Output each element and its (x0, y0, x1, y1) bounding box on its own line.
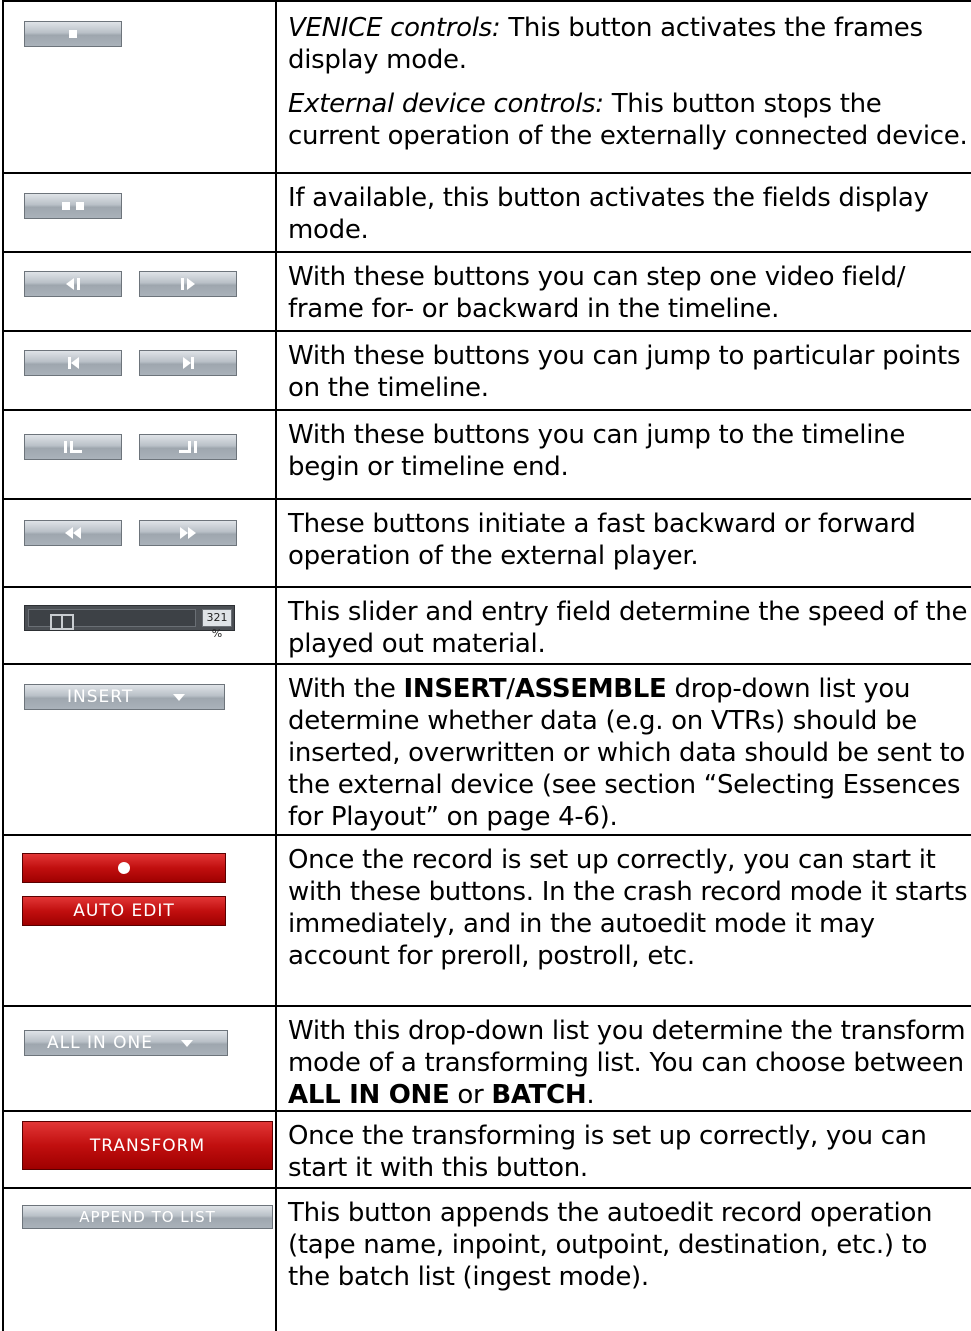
transform-button[interactable]: TRANSFORM (22, 1121, 273, 1170)
description-row-7: This slider and entry field determine th… (288, 596, 968, 660)
fast-forward-icon (140, 521, 236, 545)
fast-rewind-button[interactable] (24, 520, 122, 546)
jump-next-icon (140, 351, 236, 375)
speed-slider[interactable]: 321 % (24, 605, 235, 640)
description-paragraph: VENICE controls: This button activates t… (288, 13, 923, 75)
append-to-list-label: APPEND TO LIST (79, 1208, 216, 1226)
description-row-12: This button appends the autoedit record … (288, 1197, 968, 1293)
description-paragraph: With the INSERT/ASSEMBLE drop-down list … (288, 674, 965, 832)
timeline-begin-button[interactable] (24, 434, 122, 460)
row-rule (2, 1005, 971, 1007)
row-rule (2, 834, 971, 836)
row-rule (2, 0, 971, 2)
row-rule (2, 172, 971, 174)
fast-rewind-icon (25, 521, 121, 545)
jump-previous-button[interactable] (24, 350, 122, 376)
dropdown-value: ALL IN ONE (47, 1033, 153, 1053)
step-forward-button[interactable] (139, 271, 237, 297)
record-icon (118, 862, 130, 874)
jump-previous-icon (25, 351, 121, 375)
auto-edit-label: AUTO EDIT (73, 901, 175, 921)
chevron-down-icon (173, 693, 186, 701)
description-paragraph: Once the record is set up correctly, you… (288, 845, 968, 971)
dropdown-value: INSERT (67, 687, 134, 707)
row-rule (2, 251, 971, 253)
description-row-3: With these buttons you can step one vide… (288, 261, 968, 325)
transform-mode-dropdown[interactable]: ALL IN ONE (24, 1030, 228, 1056)
description-row-2: If available, this button activates the … (288, 182, 968, 246)
row-rule (2, 586, 971, 588)
step-back-icon (25, 272, 121, 296)
step-forward-icon (140, 272, 236, 296)
description-row-6: These buttons initiate a fast backward o… (288, 508, 968, 572)
description-paragraph: Once the transforming is set up correctl… (288, 1121, 927, 1183)
stop-frames-icon (69, 30, 77, 38)
description-paragraph: This button appends the autoedit record … (288, 1198, 933, 1292)
description-paragraph: With this drop-down list you determine t… (288, 1016, 966, 1110)
timeline-end-icon (140, 435, 236, 459)
speed-slider-track[interactable] (28, 609, 196, 630)
record-button[interactable] (22, 853, 226, 883)
step-back-button[interactable] (24, 271, 122, 297)
speed-slider-thumb[interactable] (50, 614, 74, 630)
jump-next-button[interactable] (139, 350, 237, 376)
description-paragraph: If available, this button activates the … (288, 183, 929, 245)
description-paragraph: With these buttons you can jump to the t… (288, 420, 906, 482)
timeline-end-button[interactable] (139, 434, 237, 460)
fields-button[interactable] (24, 193, 122, 219)
description-row-8: With the INSERT/ASSEMBLE drop-down list … (288, 673, 968, 833)
row-rule (2, 1187, 971, 1189)
row-rule (2, 498, 971, 500)
row-rule (2, 663, 971, 665)
description-row-10: With this drop-down list you determine t… (288, 1015, 968, 1111)
table-left-border (2, 0, 4, 1331)
row-rule (2, 409, 971, 411)
stop-frames-button[interactable] (24, 21, 122, 47)
fields-icon (25, 194, 121, 218)
description-paragraph: External device controls: This button st… (288, 89, 968, 151)
auto-edit-button[interactable]: AUTO EDIT (22, 896, 226, 926)
description-paragraph: This slider and entry field determine th… (288, 597, 968, 659)
description-row-4: With these buttons you can jump to parti… (288, 340, 968, 404)
row-rule (2, 330, 971, 332)
table-column-divider (275, 0, 277, 1331)
fast-forward-button[interactable] (139, 520, 237, 546)
description-row-11: Once the transforming is set up correctl… (288, 1120, 968, 1184)
append-to-list-button[interactable]: APPEND TO LIST (22, 1205, 273, 1229)
description-row-9: Once the record is set up correctly, you… (288, 844, 968, 972)
timeline-begin-icon (25, 435, 121, 459)
description-paragraph: With these buttons you can step one vide… (288, 262, 906, 324)
description-paragraph: These buttons initiate a fast backward o… (288, 509, 916, 571)
description-paragraph: With these buttons you can jump to parti… (288, 341, 961, 403)
transform-label: TRANSFORM (89, 1135, 206, 1156)
description-row-1: VENICE controls: This button activates t… (288, 12, 968, 152)
description-row-5: With these buttons you can jump to the t… (288, 419, 968, 483)
speed-entry-field[interactable]: 321 % (202, 609, 232, 640)
chevron-down-icon (180, 1039, 193, 1047)
insert-assemble-dropdown[interactable]: INSERT (24, 684, 225, 710)
